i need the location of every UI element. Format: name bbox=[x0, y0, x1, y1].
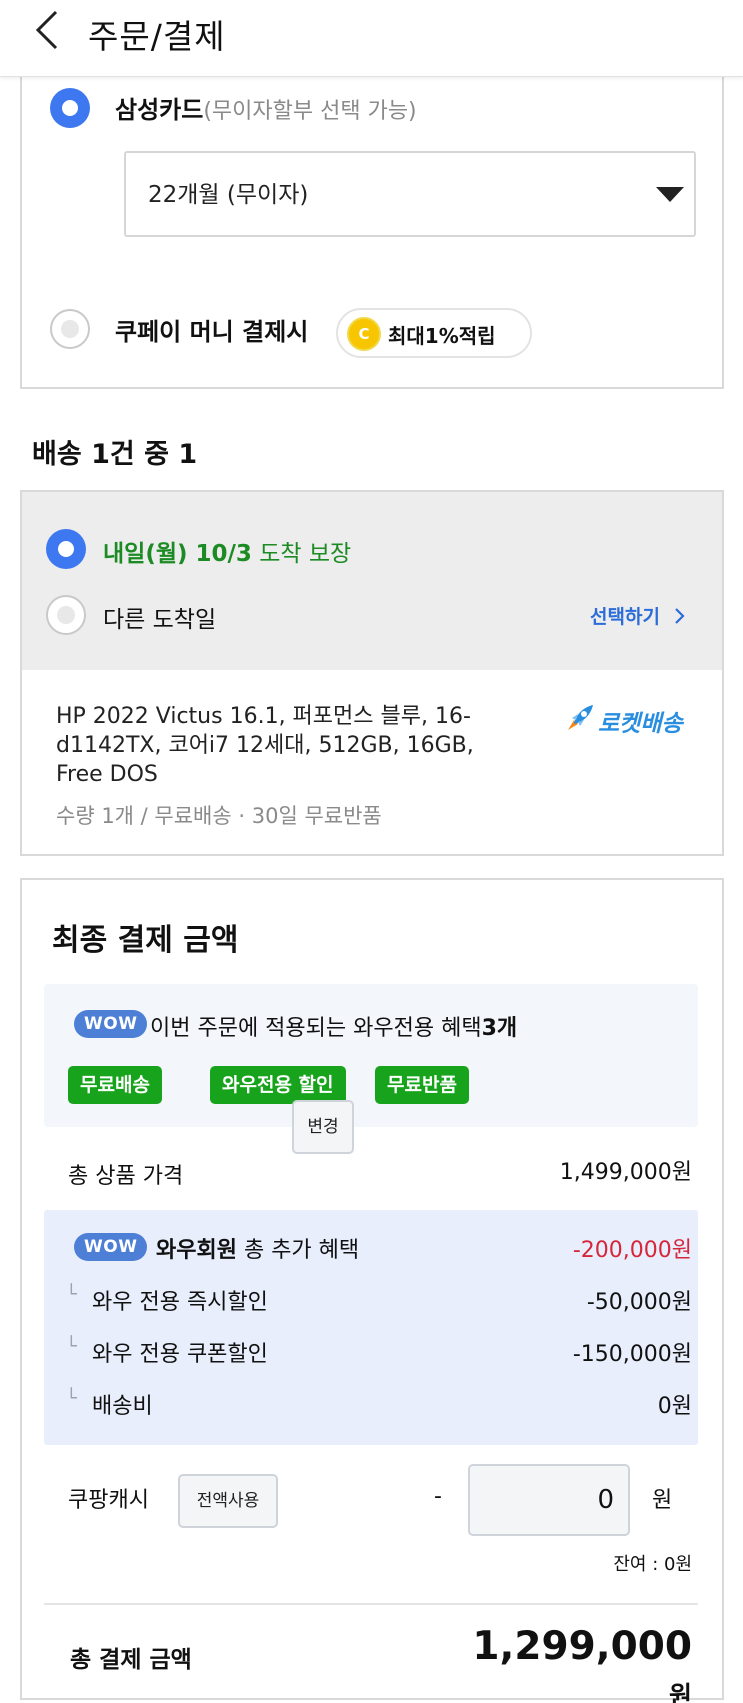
cash-balance: 잔여 : 0원 bbox=[613, 1554, 692, 1575]
cash-minus-sign: - bbox=[434, 1484, 442, 1509]
delivery-radio-other[interactable] bbox=[46, 595, 86, 635]
card-option-label[interactable]: 삼성카드(무이자할부 선택 가능) bbox=[115, 90, 417, 125]
coupay-reward-text: 최대1%적립 bbox=[388, 324, 496, 348]
coupay-reward-badge: C 최대1%적립 bbox=[336, 308, 532, 358]
top-bar: 주문/결제 bbox=[0, 0, 743, 77]
card-radio-selected[interactable] bbox=[50, 88, 90, 128]
wow-badge: WOW bbox=[74, 1010, 148, 1038]
select-date-link[interactable]: 선택하기 bbox=[590, 602, 687, 629]
delivery-option-tomorrow[interactable]: 내일(월) 10/3 도착 보장 bbox=[103, 534, 351, 568]
product-meta: 수량 1개 / 무료배송 · 30일 무료반품 bbox=[56, 804, 382, 828]
wow-benefits-text: 이번 주문에 적용되는 와우전용 혜택3개 bbox=[150, 1010, 517, 1042]
installment-select[interactable]: 22개월 (무이자) bbox=[124, 151, 696, 237]
delivery-guarantee: 도착 보장 bbox=[251, 541, 352, 567]
coupon-discount-label: 와우 전용 쿠폰할인 bbox=[92, 1342, 268, 1367]
coupay-radio[interactable] bbox=[50, 309, 90, 349]
delivery-option-other[interactable]: 다른 도착일 bbox=[103, 600, 216, 634]
wow-member-rest: 총 추가 혜택 bbox=[236, 1238, 360, 1263]
branch-glyph: └ bbox=[66, 1284, 77, 1305]
wow-member-panel: WOW 와우회원 총 추가 혜택 -200,000원 └ 와우 전용 즉시할인 … bbox=[44, 1210, 698, 1445]
wow-benefits-label: 이번 주문에 적용되는 와우전용 혜택 bbox=[150, 1016, 482, 1041]
delivery-panel: 내일(월) 10/3 도착 보장 다른 도착일 선택하기 HP 2022 Vic… bbox=[20, 490, 724, 856]
final-amount-panel: 최종 결제 금액 WOW 이번 주문에 적용되는 와우전용 혜택3개 무료배송 … bbox=[20, 878, 724, 1703]
rocket-delivery-text: 로켓배송 bbox=[598, 711, 683, 737]
wow-benefits-panel: WOW 이번 주문에 적용되는 와우전용 혜택3개 무료배송 와우전용 할인 무… bbox=[44, 984, 698, 1127]
coin-icon: C bbox=[347, 317, 381, 351]
grand-total-value: 1,299,000 원 bbox=[452, 1624, 692, 1703]
shipping-fee-value: 0원 bbox=[657, 1394, 692, 1419]
wow-member-label: 와우회원 총 추가 혜택 bbox=[156, 1232, 359, 1264]
delivery-options: 내일(월) 10/3 도착 보장 다른 도착일 선택하기 bbox=[22, 492, 722, 670]
instant-discount-value: -50,000원 bbox=[586, 1290, 692, 1315]
rocket-icon bbox=[568, 705, 593, 730]
card-name: 삼성카드 bbox=[115, 96, 204, 124]
coupang-cash-label: 쿠팡캐시 bbox=[68, 1488, 149, 1513]
branch-glyph: └ bbox=[66, 1336, 77, 1357]
tag-free-shipping: 무료배송 bbox=[68, 1066, 162, 1104]
grand-total-amount: 1,299,000 bbox=[472, 1624, 692, 1669]
wow-member-badge: WOW bbox=[74, 1233, 148, 1261]
product-name: HP 2022 Victus 16.1, 퍼포먼스 블루, 16-d1142TX… bbox=[56, 704, 474, 787]
cash-amount-input[interactable]: 0 bbox=[468, 1464, 630, 1536]
select-date-label: 선택하기 bbox=[590, 606, 660, 628]
instant-discount-label: 와우 전용 즉시할인 bbox=[92, 1290, 268, 1315]
back-icon[interactable] bbox=[30, 8, 70, 52]
chevron-right-icon bbox=[674, 608, 685, 624]
coupon-discount-value: -150,000원 bbox=[572, 1342, 692, 1367]
delivery-date: 내일(월) 10/3 bbox=[103, 541, 252, 567]
final-amount-title: 최종 결제 금액 bbox=[52, 923, 239, 958]
use-all-cash-button[interactable]: 전액사용 bbox=[178, 1474, 278, 1528]
wow-benefits-count: 3개 bbox=[481, 1016, 518, 1041]
coupay-option-label[interactable]: 쿠페이 머니 결제시 bbox=[115, 312, 308, 347]
shipping-fee-label: 배송비 bbox=[92, 1394, 153, 1419]
total-product-value: 1,499,000원 bbox=[559, 1160, 692, 1185]
card-note: (무이자할부 선택 가능) bbox=[203, 99, 417, 124]
wow-member-bold: 와우회원 bbox=[156, 1238, 237, 1263]
dropdown-caret-icon bbox=[656, 187, 684, 202]
grand-total-unit: 원 bbox=[668, 1681, 692, 1703]
delivery-radio-tomorrow[interactable] bbox=[46, 529, 86, 569]
installment-selected-value: 22개월 (무이자) bbox=[148, 182, 309, 208]
total-product-label: 총 상품 가격 bbox=[68, 1164, 184, 1189]
tag-free-return: 무료반품 bbox=[375, 1066, 469, 1104]
divider bbox=[44, 1603, 698, 1605]
delivery-heading: 배송 1건 중 1 bbox=[32, 439, 198, 470]
grand-total-label: 총 결제 금액 bbox=[70, 1647, 192, 1673]
cash-unit: 원 bbox=[652, 1488, 673, 1513]
wow-member-total: -200,000원 bbox=[572, 1238, 692, 1263]
page-title: 주문/결제 bbox=[88, 17, 226, 56]
tag-wow-discount: 와우전용 할인 bbox=[210, 1066, 346, 1104]
branch-glyph: └ bbox=[66, 1388, 77, 1409]
change-coupon-button[interactable]: 변경 bbox=[292, 1100, 354, 1154]
